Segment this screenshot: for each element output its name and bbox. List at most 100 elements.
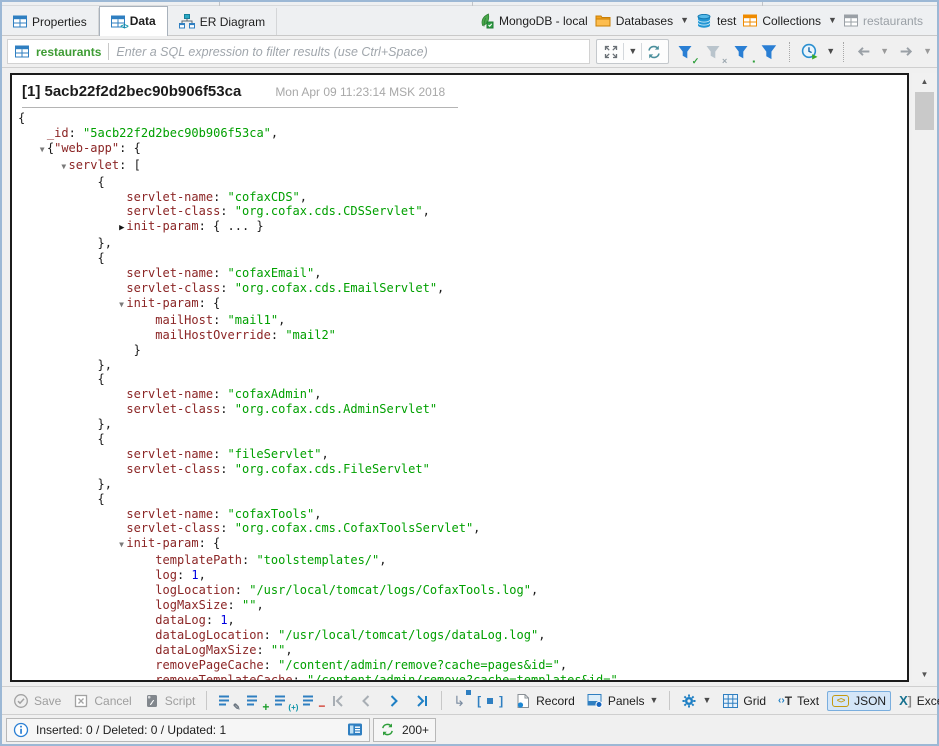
- json-line: log: 1,: [18, 568, 907, 583]
- refresh-button[interactable]: [642, 40, 666, 63]
- nav-back-caret[interactable]: ▼: [880, 47, 889, 56]
- er-diagram-icon: [179, 14, 195, 29]
- table-icon: [13, 15, 27, 28]
- scrollbar-track[interactable]: [912, 89, 937, 666]
- tab-label: Data: [130, 14, 156, 28]
- json-line: templatePath: "toolstemplates/",: [18, 553, 907, 568]
- fetch-next-page-button[interactable]: ↳: [449, 692, 469, 710]
- json-line: dataLog: 1,: [18, 613, 907, 628]
- collapse-arrow-icon[interactable]: ▼: [40, 143, 47, 158]
- expand-filter-panel-button[interactable]: [599, 40, 623, 63]
- database-icon: [696, 14, 712, 28]
- json-line: logMaxSize: "",: [18, 598, 907, 613]
- editor-tab-bar: Properties <> Data ER Diagram MongoDB - …: [2, 6, 937, 36]
- panels-button[interactable]: Panels ▼: [583, 691, 663, 710]
- scroll-down-arrow-icon[interactable]: ▼: [912, 666, 937, 682]
- json-line: {: [18, 175, 907, 190]
- duplicate-row-button[interactable]: (+): [270, 692, 294, 710]
- value-viewer-icon[interactable]: [347, 722, 363, 737]
- custom-filter-button[interactable]: [759, 40, 781, 64]
- save-filter-button[interactable]: ▪: [731, 40, 753, 64]
- grid-label: Grid: [743, 694, 766, 708]
- settings-caret[interactable]: ▼: [702, 696, 711, 705]
- save-button[interactable]: Save: [9, 691, 65, 711]
- header-divider: [22, 107, 458, 108]
- breadcrumb-collections[interactable]: Collections: [743, 14, 821, 28]
- breadcrumb-entity[interactable]: restaurants: [844, 14, 923, 28]
- script-button[interactable]: Script: [140, 691, 200, 711]
- filter-field: restaurants: [7, 39, 590, 64]
- databases-dropdown-caret[interactable]: ▼: [680, 16, 689, 25]
- breadcrumb-database[interactable]: test: [696, 14, 736, 28]
- json-line: },: [18, 236, 907, 251]
- json-line: servlet-name: "cofaxCDS",: [18, 190, 907, 205]
- panels-caret[interactable]: ▼: [650, 696, 659, 705]
- edit-value-button[interactable]: ✎: [214, 692, 238, 710]
- cancel-button[interactable]: Cancel: [69, 691, 135, 711]
- settings-button[interactable]: ▼: [677, 691, 715, 711]
- json-line: removeTemplateCache: "/content/admin/rem…: [18, 673, 907, 682]
- grid-view-button[interactable]: Grid: [719, 692, 770, 710]
- vertical-scrollbar[interactable]: ▲ ▼: [912, 73, 937, 682]
- dbeaver-window: Properties <> Data ER Diagram MongoDB - …: [0, 0, 939, 746]
- remove-filter-button[interactable]: ×: [703, 40, 725, 64]
- grid-icon: [723, 694, 738, 708]
- breadcrumb-label: test: [717, 14, 736, 28]
- delete-row-button[interactable]: −: [298, 692, 322, 710]
- json-line: }: [18, 343, 907, 358]
- table-icon: [15, 45, 29, 58]
- script-icon: [144, 693, 160, 709]
- json-line: dataLogLocation: "/usr/local/tomcat/logs…: [18, 628, 907, 643]
- scroll-up-arrow-icon[interactable]: ▲: [912, 73, 937, 89]
- breadcrumb: MongoDB - local Databases ▼ test Collect…: [478, 6, 937, 35]
- auto-refresh-caret[interactable]: ▼: [826, 47, 835, 56]
- breadcrumb-label: MongoDB - local: [499, 14, 588, 28]
- add-row-button[interactable]: +: [242, 692, 266, 710]
- collapse-arrow-icon[interactable]: ▼: [61, 160, 68, 175]
- breadcrumb-connection[interactable]: MongoDB - local: [478, 13, 588, 29]
- collections-dropdown-caret[interactable]: ▼: [828, 16, 837, 25]
- divider: [789, 42, 790, 62]
- scrollbar-thumb[interactable]: [915, 92, 934, 130]
- filter-history-caret[interactable]: ▼: [624, 40, 641, 63]
- json-line: servlet-name: "fileServlet",: [18, 447, 907, 462]
- json-code: { _id: "5acb22f2d2bec90b906f53ca", ▼{"we…: [12, 111, 907, 682]
- divider: [669, 691, 670, 710]
- sql-filter-input[interactable]: [116, 45, 582, 59]
- excel-export-button[interactable]: X] Excel: [895, 692, 939, 710]
- breadcrumb-label: restaurants: [863, 14, 923, 28]
- gear-icon: [681, 693, 697, 709]
- json-line: ▼{"web-app": {: [18, 141, 907, 158]
- json-line: {: [18, 432, 907, 447]
- nav-back-button[interactable]: [852, 40, 874, 64]
- breadcrumb-label: Collections: [762, 14, 821, 28]
- text-view-button[interactable]: ‹›T Text: [774, 692, 823, 710]
- auto-refresh-clock-button[interactable]: [798, 40, 820, 64]
- tab-er-diagram[interactable]: ER Diagram: [168, 8, 277, 35]
- next-row-button[interactable]: [382, 691, 406, 711]
- tab-data[interactable]: <> Data: [99, 6, 168, 36]
- breadcrumb-label: Databases: [616, 14, 673, 28]
- first-row-button[interactable]: [326, 691, 350, 711]
- json-view-button[interactable]: <> JSON: [827, 691, 891, 711]
- fetch-all-rows-button[interactable]: []: [473, 692, 507, 710]
- nav-forward-caret[interactable]: ▼: [923, 47, 932, 56]
- document-timestamp: Mon Apr 09 11:23:14 MSK 2018: [275, 85, 445, 99]
- nav-forward-button[interactable]: [895, 40, 917, 64]
- json-line: servlet-class: "org.cofax.cms.CofaxTools…: [18, 521, 907, 536]
- breadcrumb-databases[interactable]: Databases: [595, 14, 673, 28]
- filter-bar: restaurants ▼ ✓ × ▪ ▼ ▼ ▼: [2, 36, 937, 68]
- json-line: _id: "5acb22f2d2bec90b906f53ca",: [18, 126, 907, 141]
- document-panel[interactable]: [1] 5acb22f2d2bec90b906f53ca Mon Apr 09 …: [10, 73, 909, 682]
- last-row-button[interactable]: [410, 691, 434, 711]
- tab-properties[interactable]: Properties: [2, 8, 99, 35]
- excel-label: Excel: [917, 694, 939, 708]
- record-mode-button[interactable]: Record: [511, 691, 579, 711]
- text-label: Text: [797, 694, 819, 708]
- json-line: ▼init-param: {: [18, 536, 907, 553]
- divider: [206, 691, 207, 710]
- row-count-box[interactable]: 200+: [373, 718, 436, 742]
- previous-row-button[interactable]: [354, 691, 378, 711]
- json-line: {: [18, 372, 907, 387]
- apply-filter-button[interactable]: ✓: [675, 40, 697, 64]
